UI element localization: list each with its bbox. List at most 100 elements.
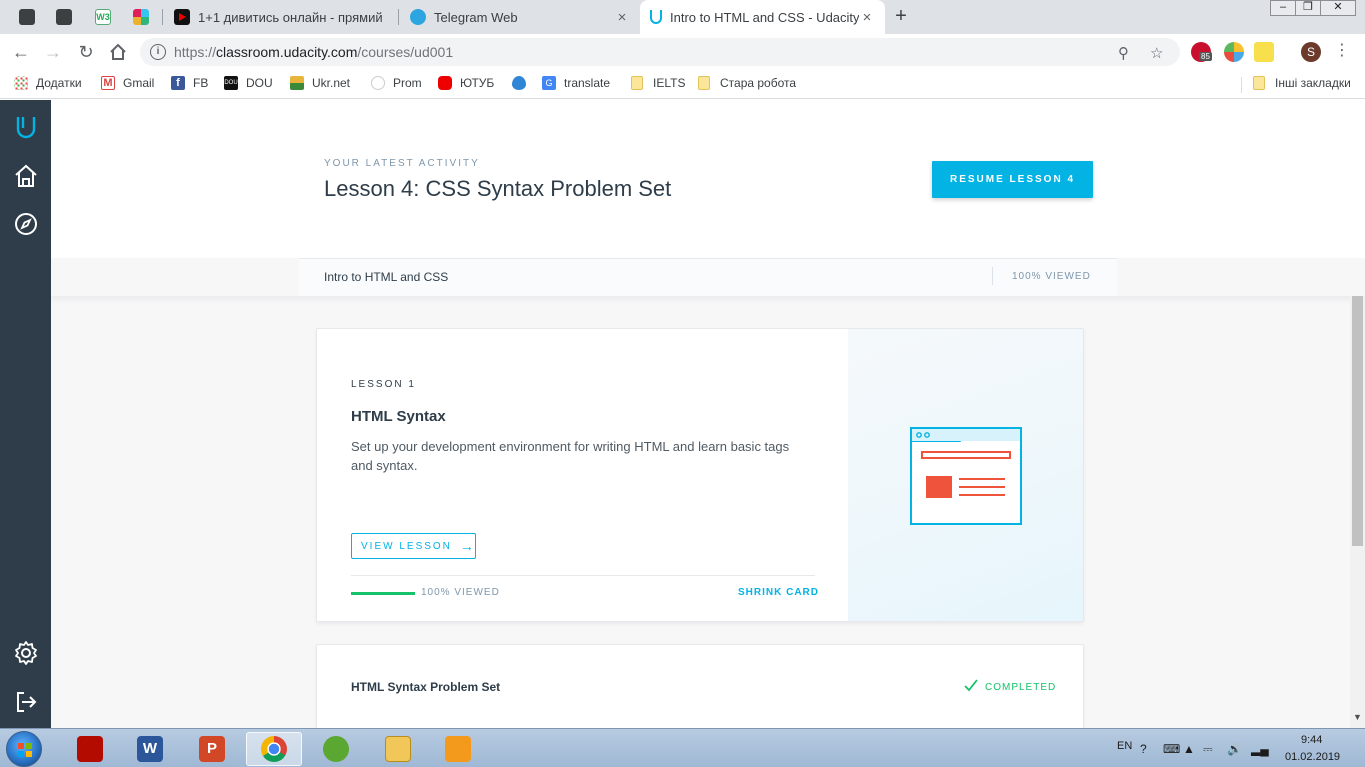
pinned-tab[interactable] [10,4,44,30]
tab-telegram[interactable]: Telegram Web × [400,4,640,30]
telegram-icon [410,9,426,25]
taskbar-utorrent[interactable] [308,732,364,766]
windows-logo-icon [18,743,32,757]
pinned-tab[interactable] [124,4,158,30]
close-window-button[interactable]: ✕ [1320,0,1356,16]
bookmark-star-icon[interactable]: ☆ [1150,44,1163,62]
course-name: Intro to HTML and CSS [324,270,449,284]
bookmark-translate[interactable]: G translate [542,76,610,90]
bookmark-label: Gmail [123,76,155,90]
clock-date[interactable]: 01.02.2019 [1285,751,1340,763]
address-bar[interactable]: i https://classroom.udacity.com/courses/… [140,38,1180,66]
windows-taskbar: W P EN ? ⌨ ▲ ⎓ 🔊 ▂▄ 9:44 01.02.2019 [0,728,1365,767]
bookmark-label: Ukr.net [312,76,351,90]
word-icon: W [137,736,163,762]
pinned-tab[interactable] [47,4,81,30]
extension-icon[interactable] [1254,42,1274,62]
bookmark-label: translate [564,76,611,90]
latest-lesson-title: Lesson 4: CSS Syntax Problem Set [324,176,672,201]
bookmark-dou[interactable]: DOU DOU [224,76,273,90]
youtube-play-icon [174,9,190,25]
new-tab-button[interactable]: + [890,5,912,27]
bookmark-ukrnet[interactable]: Ukr.net [290,76,350,90]
latest-activity-eyebrow: YOUR LATEST ACTIVITY [324,158,480,169]
start-button[interactable] [6,731,42,767]
scrollbar-thumb[interactable] [1352,296,1363,546]
signal-icon[interactable]: ▂▄ [1251,742,1269,756]
restore-button[interactable]: ❐ [1295,0,1321,16]
folder-icon [698,76,710,90]
lesson-illustration [848,329,1083,621]
minimize-button[interactable]: – [1270,0,1296,16]
taskbar-acrobat[interactable] [62,732,118,766]
adblock-icon[interactable]: 85 [1191,42,1212,62]
taskbar-chrome[interactable] [246,732,302,766]
show-hidden-icons-icon[interactable]: ▲ [1183,742,1195,756]
info-icon[interactable]: i [150,44,166,60]
resume-lesson-button[interactable]: RESUME LESSON 4 [932,161,1093,198]
menu-icon[interactable]: ⋮ [1334,40,1350,60]
taskbar-explorer[interactable] [370,732,426,766]
shield-icon [19,9,35,25]
powerpoint-icon: P [199,736,225,762]
scroll-down-arrow-icon[interactable]: ▼ [1353,712,1362,722]
input-language[interactable]: EN [1117,740,1132,752]
reload-button[interactable]: ↻ [73,39,99,65]
url-text: https://classroom.udacity.com/courses/ud… [174,44,454,60]
forward-button[interactable]: → [40,39,66,65]
udacity-sidebar [0,100,51,728]
problem-set-card[interactable]: HTML Syntax Problem Set COMPLETED [316,644,1084,728]
bookmark-label: FB [193,76,209,90]
lesson-progress-fill [351,592,415,595]
gmail-icon: M [101,76,115,90]
avatar[interactable]: S [1301,42,1321,62]
bookmark-folder-old-work[interactable]: Стара робота [698,76,796,90]
bookmark-fb[interactable]: f FB [171,76,208,90]
close-icon[interactable]: × [859,9,875,26]
clock-time[interactable]: 9:44 [1301,734,1322,746]
keyboard-icon[interactable]: ⌨ [1163,742,1180,756]
tab-1plus1[interactable]: 1+1 дивитись онлайн - прямий [164,4,396,30]
back-button[interactable]: ← [8,39,34,65]
bookmark-folder-other[interactable]: Інші закладки [1253,76,1351,90]
bookmark-drop[interactable] [512,76,534,90]
tab-title: Intro to HTML and CSS - Udacity [670,9,859,25]
bookmark-prom[interactable]: Prom [371,76,422,90]
bookmark-label: Інші закладки [1275,76,1351,90]
pinned-tab[interactable]: W3 [86,4,120,30]
taskbar-media-player[interactable] [430,732,486,766]
compass-icon[interactable] [13,211,39,237]
prom-icon [371,76,385,90]
google-translate-icon: G [542,76,556,90]
logout-icon[interactable] [13,689,39,715]
network-plug-icon[interactable]: ⎓ [1203,742,1213,757]
latest-activity-hero: YOUR LATEST ACTIVITY Lesson 4: CSS Synta… [51,100,1365,258]
bookmark-gmail[interactable]: M Gmail [101,76,154,90]
taskbar-powerpoint[interactable]: P [184,732,240,766]
youtube-icon [438,76,452,90]
lesson-description: Set up your development environment for … [351,439,790,473]
udacity-logo-icon[interactable] [13,114,39,140]
shield-icon [56,9,72,25]
zoom-icon[interactable]: ⚲ [1118,44,1129,62]
page-scrollbar[interactable]: ▼ [1350,296,1365,728]
settings-gear-icon[interactable] [13,640,39,666]
bookmark-folder-ielts[interactable]: IELTS [631,76,685,90]
volume-icon[interactable]: 🔊 [1227,742,1242,756]
bookmark-youtube[interactable]: ЮТУБ [438,76,494,90]
close-icon[interactable]: × [614,9,630,26]
view-lesson-button[interactable]: VIEW LESSON → [351,533,476,559]
slack-icon [133,9,149,25]
bookmark-apps[interactable]: Додатки [14,76,82,90]
tab-udacity[interactable]: Intro to HTML and CSS - Udacity × [640,0,885,34]
extension-icon[interactable] [1224,42,1244,62]
home-icon[interactable] [13,163,39,189]
home-button[interactable] [105,39,131,65]
classroom-main: YOUR LATEST ACTIVITY Lesson 4: CSS Synta… [51,100,1365,728]
taskbar-word[interactable]: W [122,732,178,766]
reload-icon: ↻ [78,42,94,62]
shrink-card-link[interactable]: SHRINK CARD [738,587,819,598]
bookmark-label: Prom [393,76,422,90]
help-icon[interactable]: ? [1140,742,1147,756]
chrome-icon [261,736,287,762]
